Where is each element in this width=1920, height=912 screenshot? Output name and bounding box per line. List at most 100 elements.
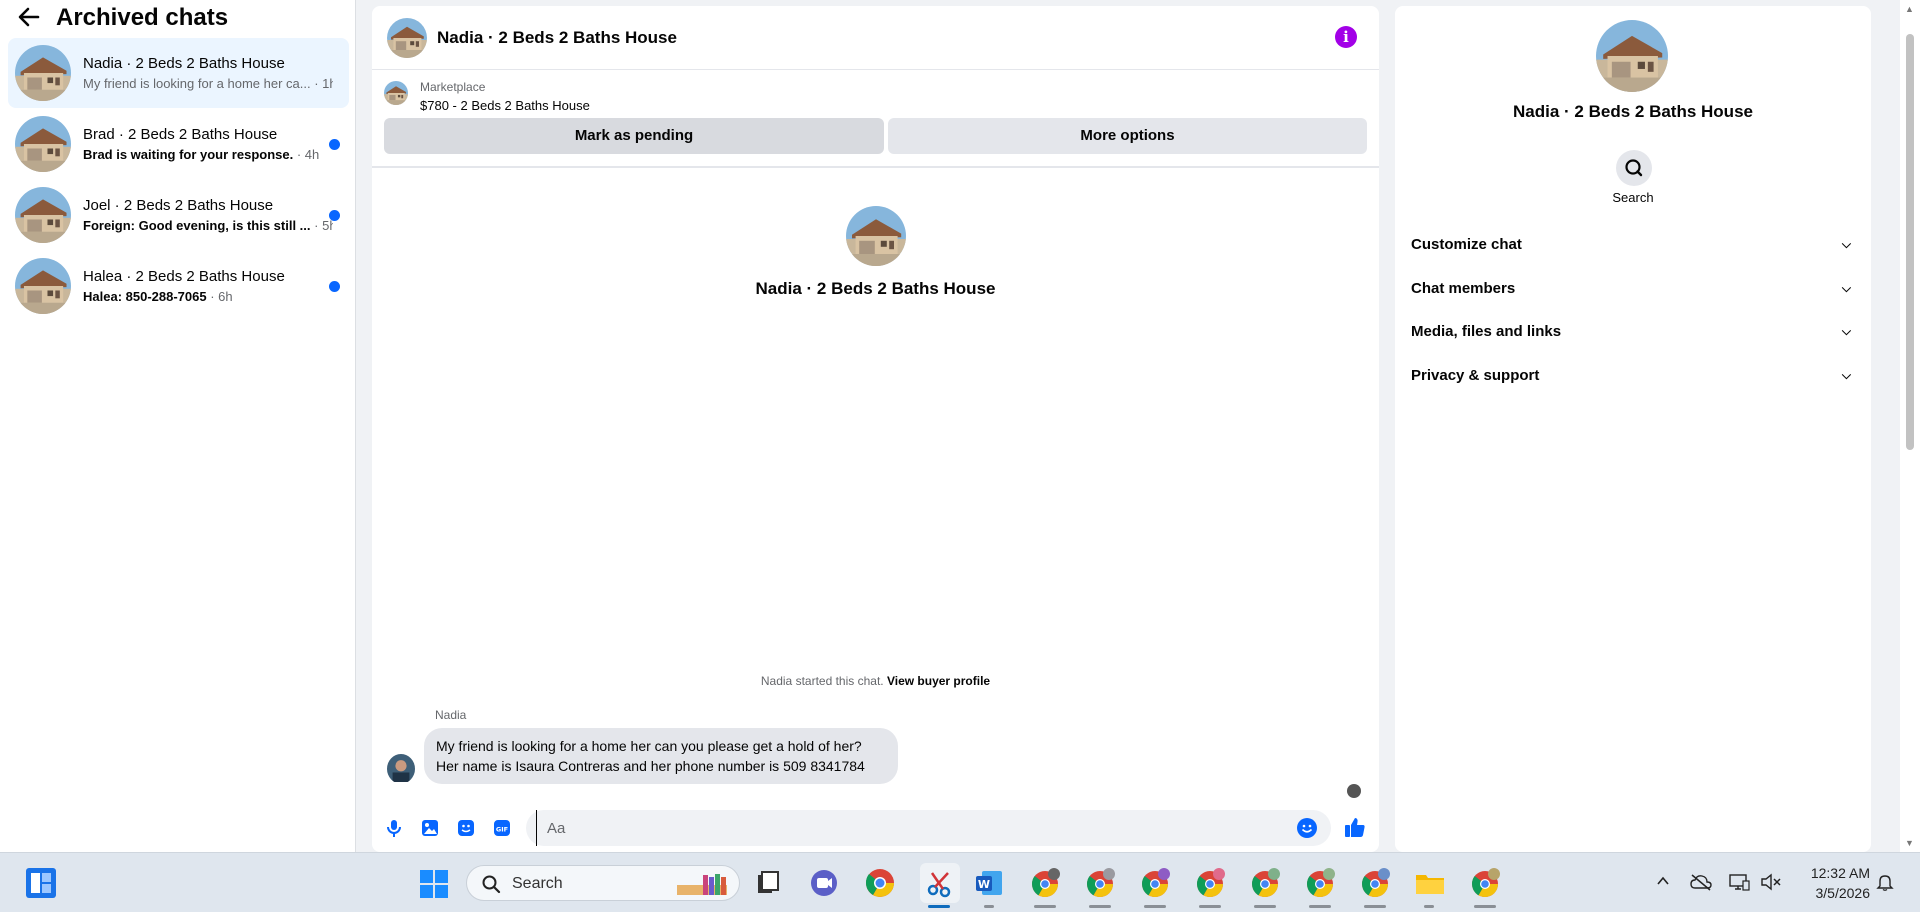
chat-item-brad[interactable]: Brad · 2 Beds 2 Baths House Brad is wait… xyxy=(8,109,349,179)
chrome-profile-icon[interactable] xyxy=(1469,867,1501,899)
chevron-down-icon: ⌵ xyxy=(1841,236,1851,251)
gif-icon[interactable]: GIF xyxy=(492,818,512,838)
scroll-up-arrow-icon[interactable]: ▲ xyxy=(1905,4,1914,14)
search-button[interactable] xyxy=(1616,150,1652,186)
teams-chat-icon[interactable] xyxy=(808,867,840,899)
chat-panel: Nadia · 2 Beds 2 Baths House i Marketpla… xyxy=(372,6,1379,852)
chat-info-panel: Nadia · 2 Beds 2 Baths House Search Cust… xyxy=(1395,6,1871,852)
back-arrow-icon[interactable] xyxy=(18,5,50,31)
chat-item-time: · 1h xyxy=(314,76,333,91)
svg-text:W: W xyxy=(978,878,990,891)
chrome-profile-icon[interactable] xyxy=(1304,867,1336,899)
taskbar-search-label: Search xyxy=(512,875,563,892)
message-sender: Nadia xyxy=(435,708,467,722)
seen-indicator xyxy=(1347,784,1361,798)
sticker-icon[interactable] xyxy=(456,818,476,838)
books-illustration-icon xyxy=(677,874,727,895)
chrome-profile-icon[interactable] xyxy=(1359,867,1391,899)
section-label: Customize chat xyxy=(1411,235,1522,253)
chat-item-preview: Brad is waiting for your response. · 4h xyxy=(83,147,333,162)
search-label: Search xyxy=(1612,190,1654,205)
house-avatar xyxy=(15,116,71,172)
thumbs-up-icon[interactable] xyxy=(1344,816,1366,838)
running-indicator xyxy=(1199,905,1221,908)
chevron-up-icon[interactable] xyxy=(1655,873,1671,894)
chat-item-nadia[interactable]: Nadia · 2 Beds 2 Baths House My friend i… xyxy=(8,38,349,108)
chat-title[interactable]: Nadia · 2 Beds 2 Baths House xyxy=(437,28,677,48)
running-indicator xyxy=(984,905,994,908)
volume-muted-icon[interactable] xyxy=(1760,873,1782,896)
clock-date: 3/5/2026 xyxy=(1815,885,1871,901)
chat-item-name: Joel · 2 Beds 2 Baths House xyxy=(83,197,274,214)
search-icon xyxy=(1625,159,1643,177)
scroll-down-arrow-icon[interactable]: ▼ xyxy=(1905,838,1914,848)
chrome-profile-icon[interactable] xyxy=(1249,867,1281,899)
word-icon[interactable]: W xyxy=(974,867,1006,899)
network-icon[interactable] xyxy=(1728,873,1750,896)
house-avatar xyxy=(846,206,906,266)
running-indicator xyxy=(1089,905,1111,908)
chat-item-preview: Halea: 850-288-7065 · 6h xyxy=(83,289,333,304)
chrome-profile-icon[interactable] xyxy=(1029,867,1061,899)
conversation-profile: Nadia · 2 Beds 2 Baths House xyxy=(372,206,1379,299)
windows-start-icon[interactable] xyxy=(419,869,449,899)
chat-item-time: · 4h xyxy=(296,147,320,162)
house-avatar[interactable] xyxy=(1596,20,1668,92)
info-icon[interactable]: i xyxy=(1335,26,1357,48)
listing-thumbnail xyxy=(384,81,408,105)
taskbar-search-box[interactable]: Search xyxy=(466,865,740,901)
unread-dot xyxy=(329,139,340,150)
listing-title[interactable]: $780 - 2 Beds 2 Baths House xyxy=(420,98,590,113)
widgets-icon[interactable] xyxy=(26,868,56,898)
active-app-indicator xyxy=(928,905,950,908)
chrome-profile-icon[interactable] xyxy=(1084,867,1116,899)
notification-bell-icon[interactable] xyxy=(1876,873,1894,896)
house-avatar xyxy=(15,187,71,243)
file-explorer-icon[interactable] xyxy=(1414,867,1446,899)
system-clock[interactable]: 12:32 AM 3/5/2026 xyxy=(1798,863,1870,903)
preview-text: Brad is waiting for your response. xyxy=(83,147,294,162)
emoji-icon[interactable] xyxy=(1297,818,1317,838)
task-view-icon[interactable] xyxy=(752,867,784,899)
started-text: Nadia started this chat. xyxy=(760,674,884,688)
running-indicator xyxy=(1254,905,1276,908)
running-indicator xyxy=(1364,905,1386,908)
house-avatar[interactable] xyxy=(387,18,427,58)
section-label: Chat members xyxy=(1411,279,1516,297)
chrome-profile-icon[interactable] xyxy=(1139,867,1171,899)
section-label: Media, files and links xyxy=(1411,322,1562,340)
chrome-profile-icon[interactable] xyxy=(1194,867,1226,899)
chrome-icon[interactable] xyxy=(864,867,896,899)
onedrive-offline-icon[interactable] xyxy=(1690,873,1712,896)
running-indicator xyxy=(1034,905,1056,908)
message-bubble[interactable]: My friend is looking for a home her can … xyxy=(424,728,898,784)
chat-members-section[interactable]: Chat members ⌵ xyxy=(1411,266,1855,310)
chat-item-halea[interactable]: Halea · 2 Beds 2 Baths House Halea: 850-… xyxy=(8,251,349,321)
sender-avatar[interactable] xyxy=(387,754,415,782)
chat-item-joel[interactable]: Joel · 2 Beds 2 Baths House Foreign: Goo… xyxy=(8,180,349,250)
mark-as-pending-button[interactable]: Mark as pending xyxy=(384,118,884,154)
chat-item-preview: Foreign: Good evening, is this still ...… xyxy=(83,218,333,233)
photo-icon[interactable] xyxy=(420,818,440,838)
message-input[interactable] xyxy=(536,810,1276,846)
scrollbar-thumb[interactable] xyxy=(1906,34,1914,450)
clock-time: 12:32 AM xyxy=(1810,865,1870,881)
chat-item-preview: My friend is looking for a home her ca..… xyxy=(83,76,333,91)
privacy-support-section[interactable]: Privacy & support ⌵ xyxy=(1411,353,1855,397)
more-options-button[interactable]: More options xyxy=(888,118,1367,154)
snipping-tool-icon[interactable] xyxy=(920,863,960,903)
message-input-wrapper xyxy=(526,810,1331,846)
microphone-icon[interactable] xyxy=(384,818,404,838)
running-indicator xyxy=(1424,905,1434,908)
customize-chat-section[interactable]: Customize chat ⌵ xyxy=(1411,222,1855,266)
windows-taskbar: Search W 12:32 AM 3/5/2026 xyxy=(0,852,1920,912)
running-indicator xyxy=(1474,905,1496,908)
marketplace-bar: Marketplace $780 - 2 Beds 2 Baths House … xyxy=(372,70,1379,168)
chevron-down-icon: ⌵ xyxy=(1841,323,1851,338)
profile-name: Nadia · 2 Beds 2 Baths House xyxy=(755,279,996,298)
unread-dot xyxy=(329,210,340,221)
page-scrollbar[interactable]: ▲ ▼ xyxy=(1900,0,1920,852)
media-files-links-section[interactable]: Media, files and links ⌵ xyxy=(1411,309,1855,353)
view-buyer-profile-link[interactable]: View buyer profile xyxy=(887,674,990,688)
svg-text:GIF: GIF xyxy=(496,826,508,834)
